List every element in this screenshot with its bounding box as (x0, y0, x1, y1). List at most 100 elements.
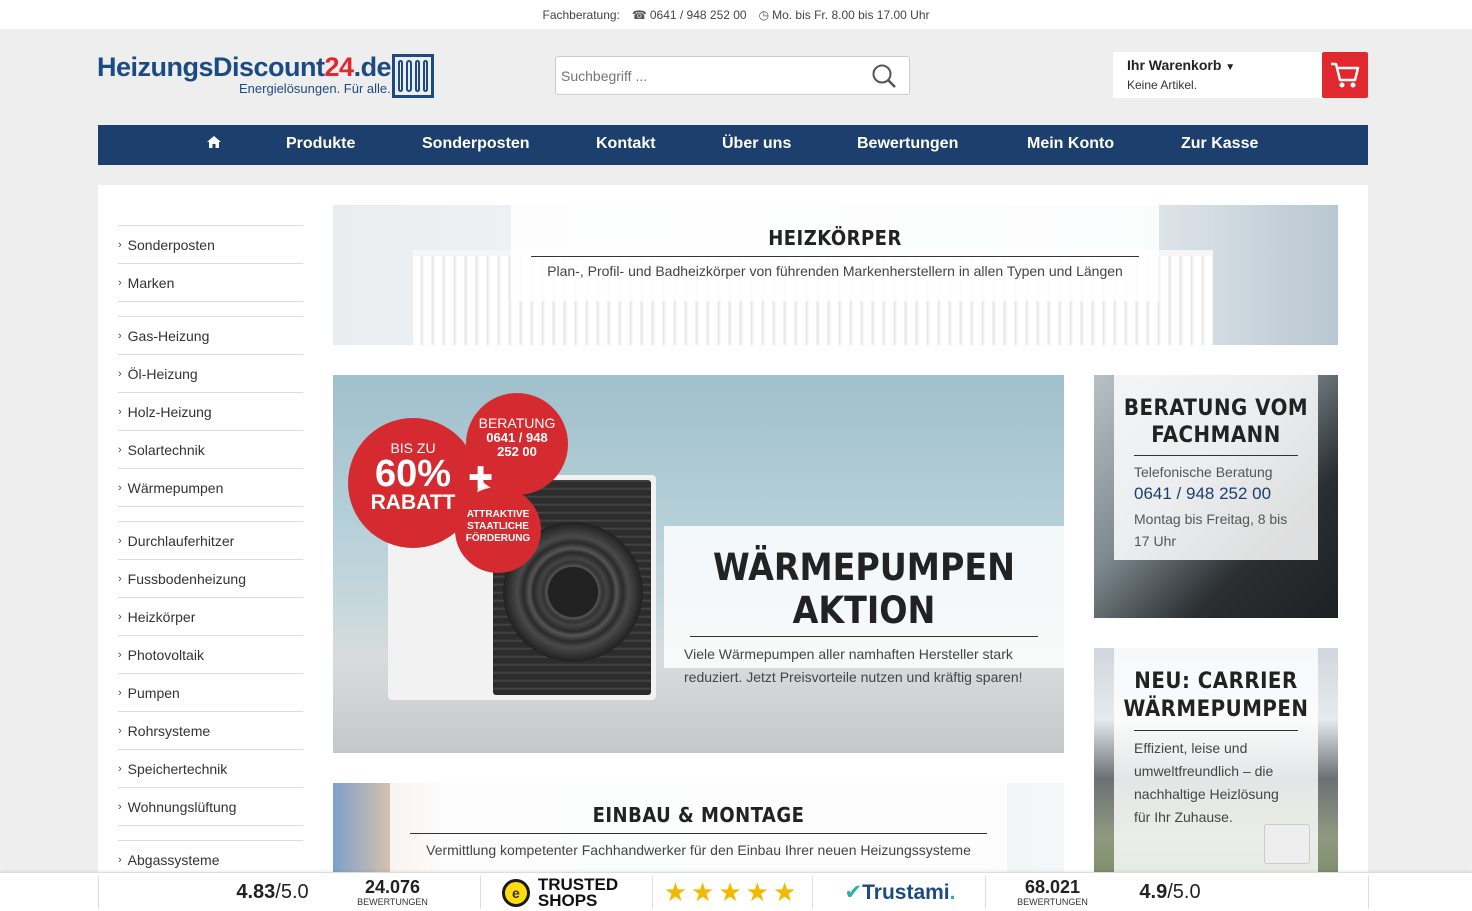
chevron-right-icon: › (118, 686, 122, 699)
divider (410, 833, 987, 834)
caret-down-icon: ▼ (1225, 62, 1236, 73)
phone-info[interactable]: ☎ 0641 / 948 252 00 (632, 8, 747, 22)
trusted-shops-icon: e (501, 878, 530, 907)
sidebar-group: › Gas-Heizung › Öl-Heizung › Holz-Heizung ›… (118, 316, 303, 507)
trustami-wordmark: Trustami (862, 881, 950, 904)
subsidy-badge: ATTRAKTIVE STAATLICHE FÖRDERUNG (455, 487, 541, 573)
search-input[interactable] (556, 57, 856, 94)
sidebar-item-oel-heizung[interactable]: › Öl-Heizung (118, 355, 303, 393)
sidebar-item-waermepumpen[interactable]: › Wärmepumpen (118, 469, 303, 507)
nav-mein-konto[interactable]: Mein Konto (1027, 135, 1114, 153)
sidebar-item-label: Heizkörper (127, 608, 196, 625)
divider (531, 256, 1139, 257)
sidebar-item-holz-heizung[interactable]: › Holz-Heizung (118, 393, 303, 431)
sidebar-item-label: Sonderposten (127, 236, 215, 253)
sidebar-item-label: Fussbodenheizung (127, 570, 246, 587)
review-count-label: BEWERTUNGEN (357, 897, 428, 907)
sidebar-item-speichertechnik[interactable]: › Speichertechnik (118, 750, 303, 788)
banner-waermepumpen-aktion[interactable]: BIS ZU 60% RABATT BERATUNG 0641 / 948 25… (333, 375, 1064, 753)
review-count-right[interactable]: 68.021 BEWERTUNGEN (1000, 873, 1105, 911)
shopping-cart[interactable]: Ihr Warenkorb ▼ Keine Artikel. (1113, 52, 1368, 98)
review-count: 68.021 (1024, 877, 1081, 897)
trusted-shops-badge[interactable]: e TRUSTED SHOPS (490, 873, 630, 911)
search-box (555, 56, 910, 95)
sidebar-item-label: Holz-Heizung (127, 403, 212, 420)
sidebar-group: › Durchlauferhitzer › Fussbodenheizung › He… (118, 521, 303, 826)
sidebar-item-photovoltaik[interactable]: › Photovoltaik (118, 636, 303, 674)
sidebar-item-wohnungslueftung[interactable]: › Wohnungslüftung (118, 788, 303, 826)
rating-left[interactable]: 4.83/5.0 (215, 873, 330, 911)
banner-title-line: BERATUNG VOM (1123, 396, 1309, 421)
cart-title[interactable]: Ihr Warenkorb ▼ (1127, 57, 1235, 73)
sidebar-item-label: Wohnungslüftung (127, 798, 237, 815)
review-count-label: BEWERTUNGEN (1017, 897, 1088, 907)
phone-number: 0641 / 948 252 00 (649, 7, 747, 22)
nav-produkte[interactable]: Produkte (286, 135, 355, 153)
star-rating: ★★★★★ (656, 873, 808, 911)
sidebar-item-gas-heizung[interactable]: › Gas-Heizung (118, 317, 303, 355)
outdoor-unit-image (1264, 824, 1310, 864)
sidebar-item-label: Öl-Heizung (127, 365, 198, 382)
radiator-logo-icon (392, 54, 434, 98)
sidebar-item-durchlauferhitzer[interactable]: › Durchlauferhitzer (118, 522, 303, 560)
consultation-badge-pre: BERATUNG (478, 415, 556, 431)
sidebar-item-label: Solartechnik (127, 441, 205, 458)
hours-info: ◷ Mo. bis Fr. 8.00 bis 17.00 Uhr (759, 8, 930, 22)
subsidy-badge-line: FÖRDERUNG (465, 533, 531, 544)
consultation-phone[interactable]: 0641 / 948 252 00 (1114, 480, 1318, 504)
rating-score: 4.9 (1139, 881, 1168, 903)
banner-title: WÄRMEPUMPEN AKTION (713, 546, 1015, 632)
trustami-check-icon: ✔ (844, 881, 863, 904)
sidebar-item-solartechnik[interactable]: › Solartechnik (118, 431, 303, 469)
nav-kontakt[interactable]: Kontakt (596, 135, 656, 153)
rating-score: 4.83 (236, 881, 276, 903)
review-count-left[interactable]: 24.076 BEWERTUNGEN (340, 873, 445, 911)
consultation-label: Telefonische Beratung (1134, 464, 1273, 480)
sidebar-item-rohrsysteme[interactable]: › Rohrsysteme (118, 712, 303, 750)
cart-icon (1331, 62, 1360, 88)
nav-sonderposten[interactable]: Sonderposten (422, 135, 530, 153)
sidebar-item-sonderposten[interactable]: › Sonderposten (118, 226, 303, 264)
review-count: 24.076 (364, 877, 421, 897)
business-hours: Mo. bis Fr. 8.00 bis 17.00 Uhr (772, 7, 930, 22)
banner-caption: EINBAU & MONTAGE Vermittlung kompetenter… (390, 783, 1007, 885)
chevron-right-icon: › (118, 724, 122, 737)
site-logo[interactable]: HeizungsDiscount24.de Energielösungen. F… (97, 51, 437, 103)
rating-value: 4.83/5.0 (236, 881, 308, 904)
sidebar-item-label: Gas-Heizung (127, 327, 210, 344)
nav-ueber-uns[interactable]: Über uns (722, 135, 791, 153)
main-navigation: Produkte Sonderposten Kontakt Über uns B… (98, 125, 1368, 165)
trustami-badge[interactable]: ✔Trustami. (830, 873, 970, 911)
rating-scale: /5.0 (275, 881, 309, 903)
banner-heizkoerper[interactable]: HEIZKÖRPER Plan-, Profil- und Badheizkör… (333, 205, 1338, 345)
sidebar-item-label: Wärmepumpen (127, 479, 224, 496)
banner-beratung-fachmann[interactable]: BERATUNG VOM FACHMANN Telefonische Beratu… (1094, 375, 1338, 618)
sidebar-group: › Sonderposten › Marken (118, 225, 303, 302)
logo-tagline: Energielösungen. Für alle. (239, 81, 391, 96)
banner-caption: WÄRMEPUMPEN AKTION Viele Wärmepumpen all… (664, 526, 1064, 685)
chevron-right-icon: › (118, 443, 122, 456)
nav-bewertungen[interactable]: Bewertungen (857, 135, 958, 153)
sidebar-item-heizkoerper[interactable]: › Heizkörper (118, 598, 303, 636)
cart-title-text: Ihr Warenkorb (1127, 57, 1222, 73)
plus-icon: ✚ (468, 462, 494, 495)
search-icon[interactable] (871, 63, 897, 89)
home-icon[interactable] (206, 135, 222, 154)
chevron-right-icon: › (118, 276, 122, 289)
banner-carrier-waermepumpen[interactable]: NEU: CARRIER WÄRMEPUMPEN Effizient, leise… (1094, 648, 1338, 885)
cart-button[interactable] (1322, 52, 1368, 98)
banner-title-line: FACHMANN (1151, 423, 1281, 448)
nav-zur-kasse[interactable]: Zur Kasse (1181, 135, 1258, 153)
banner-title: EINBAU & MONTAGE (592, 803, 805, 827)
sidebar-item-fussbodenheizung[interactable]: › Fussbodenheizung (118, 560, 303, 598)
sidebar-item-marken[interactable]: › Marken (118, 264, 303, 302)
rating-right[interactable]: 4.9/5.0 (1120, 873, 1220, 911)
cart-status: Keine Artikel. (1127, 78, 1198, 92)
sidebar-item-pumpen[interactable]: › Pumpen (118, 674, 303, 712)
sidebar-item-label: Rohrsysteme (127, 722, 211, 739)
rating-scale: /5.0 (1167, 881, 1201, 903)
banner-title: NEU: CARRIER WÄRMEPUMPEN (1114, 668, 1318, 724)
banner-title: HEIZKÖRPER (768, 226, 902, 250)
banner-einbau-montage[interactable]: EINBAU & MONTAGE Vermittlung kompetenter… (333, 783, 1064, 885)
chevron-right-icon: › (118, 648, 122, 661)
